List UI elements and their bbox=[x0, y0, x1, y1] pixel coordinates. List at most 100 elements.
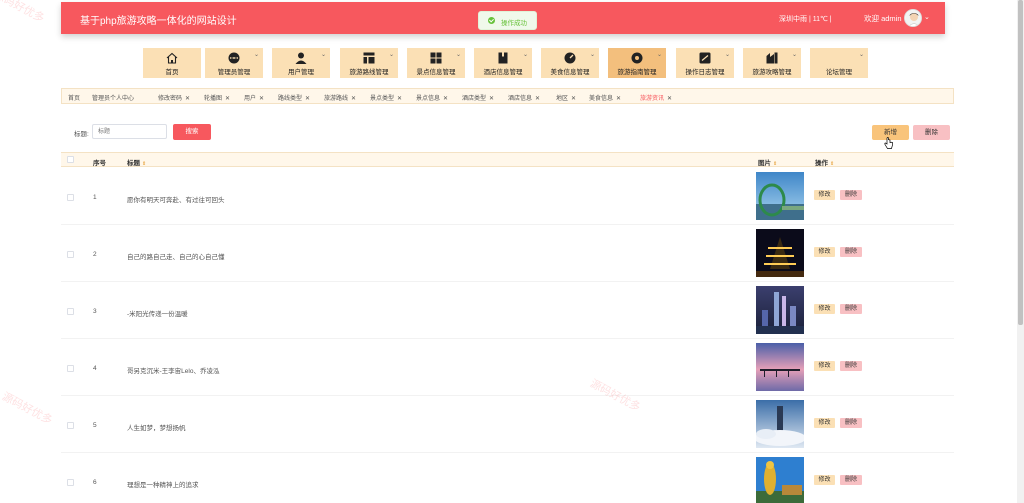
close-icon[interactable]: ✕ bbox=[259, 96, 264, 102]
tab-hotel-types[interactable]: 酒店类型 ✕ bbox=[462, 93, 494, 102]
close-icon[interactable]: ✕ bbox=[225, 96, 230, 102]
tab-food-info[interactable]: 美食信息 ✕ bbox=[589, 93, 621, 102]
tab-label: 酒店类型 bbox=[462, 96, 487, 102]
close-icon[interactable]: ✕ bbox=[351, 96, 356, 102]
menu-item-label: 操作日志管理 bbox=[685, 69, 725, 76]
chevron-down-icon: ⌄ bbox=[858, 52, 864, 58]
row-checkbox[interactable] bbox=[67, 308, 74, 315]
column-title-label: 标题 bbox=[127, 160, 140, 167]
food-icon bbox=[564, 52, 576, 64]
tab-regions[interactable]: 地区 ✕ bbox=[556, 93, 576, 102]
chevron-down-icon[interactable]: ⌄ bbox=[924, 13, 930, 21]
chevron-down-icon: ⌄ bbox=[791, 52, 797, 58]
column-index: 序号 bbox=[93, 160, 106, 167]
menu-item-routes[interactable]: 旅游路线管理 ⌄ bbox=[340, 48, 398, 78]
column-title[interactable]: 标题 ⇕ bbox=[127, 157, 146, 167]
tab-change-password[interactable]: 修改密码 ✕ bbox=[158, 93, 190, 102]
menu-item-home[interactable]: 首页 bbox=[143, 48, 201, 78]
toast-message: 操作成功 bbox=[501, 20, 527, 27]
tab-home[interactable]: 首页 bbox=[68, 93, 80, 102]
tab-carousel[interactable]: 轮播图 ✕ bbox=[204, 93, 230, 102]
close-icon[interactable]: ✕ bbox=[535, 96, 540, 102]
scrollbar-thumb[interactable] bbox=[1018, 0, 1023, 325]
sort-icon[interactable]: ⇕ bbox=[830, 161, 834, 167]
table-header: 序号 标题 ⇕ 图片 ⇕ 操作 ⇕ bbox=[61, 152, 954, 167]
tab-routes[interactable]: 旅游路线 ✕ bbox=[324, 93, 356, 102]
tab-scenic-info[interactable]: 景点信息 ✕ bbox=[416, 93, 448, 102]
close-icon[interactable]: ✕ bbox=[489, 96, 494, 102]
menu-item-users[interactable]: 用户管理 ⌄ bbox=[272, 48, 330, 78]
city-night-photo bbox=[756, 286, 804, 334]
tab-label: 管理员个人中心 bbox=[92, 96, 135, 102]
close-icon[interactable]: ✕ bbox=[397, 96, 402, 102]
menu-item-label: 旅游指南管理 bbox=[617, 69, 657, 76]
select-all-checkbox[interactable] bbox=[67, 156, 74, 163]
close-icon[interactable]: ✕ bbox=[305, 96, 310, 102]
hand-cursor-icon bbox=[884, 137, 893, 149]
close-icon[interactable]: ✕ bbox=[667, 96, 672, 102]
edit-button[interactable]: 修改 bbox=[814, 247, 835, 257]
delete-button[interactable]: 删除 bbox=[840, 304, 862, 314]
tabs-bar: 首页 管理员个人中心 修改密码 ✕ 轮播图 ✕ 用户 ✕ 路线类型 ✕ 旅游路线 ✕ 景点… bbox=[61, 88, 954, 104]
tab-route-types[interactable]: 路线类型 ✕ bbox=[278, 93, 310, 102]
row-checkbox[interactable] bbox=[67, 365, 74, 372]
row-checkbox[interactable] bbox=[67, 422, 74, 429]
menu-item-strategy[interactable]: 旅游攻略管理 ⌄ bbox=[743, 48, 801, 78]
menu-item-admin[interactable]: 管理员管理 ⌄ bbox=[205, 48, 263, 78]
tab-admin-center[interactable]: 管理员个人中心 bbox=[92, 93, 134, 102]
column-image[interactable]: 图片 ⇕ bbox=[758, 157, 777, 167]
menu-item-hotels[interactable]: 酒店信息管理 ⌄ bbox=[474, 48, 532, 78]
delete-button[interactable]: 删除 bbox=[840, 475, 862, 485]
menu-item-scenic[interactable]: 景点信息管理 ⌄ bbox=[407, 48, 465, 78]
sort-icon[interactable]: ⇕ bbox=[142, 161, 146, 167]
edit-button[interactable]: 修改 bbox=[814, 304, 835, 314]
delete-button[interactable]: 删除 bbox=[840, 361, 862, 371]
strategy-icon bbox=[766, 52, 778, 64]
column-ops[interactable]: 操作 ⇕ bbox=[815, 157, 834, 167]
menu-item-logs[interactable]: 操作日志管理 ⌄ bbox=[676, 48, 734, 78]
close-icon[interactable]: ✕ bbox=[571, 96, 576, 102]
golden-statue-photo bbox=[756, 457, 804, 503]
welcome-text[interactable]: 欢迎 admin bbox=[864, 13, 902, 24]
edit-button[interactable]: 修改 bbox=[814, 475, 835, 485]
column-image-label: 图片 bbox=[758, 160, 771, 167]
delete-button[interactable]: 删除 bbox=[840, 247, 862, 257]
menu-item-guide[interactable]: 旅游指南管理 ⌄ bbox=[608, 48, 666, 78]
tower-clouds-photo bbox=[756, 400, 804, 448]
tab-label: 景点类型 bbox=[370, 96, 395, 102]
edit-button[interactable]: 修改 bbox=[814, 190, 835, 200]
tab-label: 旅游路线 bbox=[324, 96, 349, 102]
sort-icon[interactable]: ⇕ bbox=[773, 161, 777, 167]
menu-item-forum[interactable]: 论坛管理 ⌄ bbox=[810, 48, 868, 78]
edit-button[interactable]: 修改 bbox=[814, 361, 835, 371]
watermark: 源码好优多 bbox=[0, 0, 47, 26]
row-checkbox[interactable] bbox=[67, 194, 74, 201]
tab-label: 景点信息 bbox=[416, 96, 441, 102]
tab-label: 首页 bbox=[68, 96, 81, 102]
table-row: 4 哥另克沉米-王李宙Lelo、乔凌泓 修改 删除 bbox=[61, 339, 954, 396]
menu-item-food[interactable]: 美食信息管理 ⌄ bbox=[541, 48, 599, 78]
chevron-down-icon: ⌄ bbox=[724, 52, 730, 58]
menu-item-label: 用户管理 bbox=[288, 69, 314, 76]
row-checkbox[interactable] bbox=[67, 251, 74, 258]
row-checkbox[interactable] bbox=[67, 479, 74, 486]
user-icon bbox=[295, 52, 307, 64]
batch-delete-button[interactable]: 删除 bbox=[913, 125, 950, 140]
edit-button[interactable]: 修改 bbox=[814, 418, 835, 428]
night-pagoda-photo bbox=[756, 229, 804, 277]
tab-label: 轮播图 bbox=[204, 96, 223, 102]
avatar[interactable] bbox=[904, 9, 922, 27]
close-icon[interactable]: ✕ bbox=[185, 96, 190, 102]
close-icon[interactable]: ✕ bbox=[443, 96, 448, 102]
delete-button[interactable]: 删除 bbox=[840, 418, 862, 428]
tab-travel-news[interactable]: 旅游资讯 ✕ bbox=[640, 93, 672, 102]
close-icon[interactable]: ✕ bbox=[616, 96, 621, 102]
page-scrollbar[interactable] bbox=[1017, 0, 1024, 503]
row-index: 6 bbox=[93, 479, 97, 486]
delete-button[interactable]: 删除 bbox=[840, 190, 862, 200]
tab-scenic-types[interactable]: 景点类型 ✕ bbox=[370, 93, 402, 102]
tab-users[interactable]: 用户 ✕ bbox=[244, 93, 264, 102]
search-input[interactable] bbox=[92, 124, 167, 139]
tab-hotel-info[interactable]: 酒店信息 ✕ bbox=[508, 93, 540, 102]
search-button[interactable]: 搜索 bbox=[173, 124, 211, 140]
